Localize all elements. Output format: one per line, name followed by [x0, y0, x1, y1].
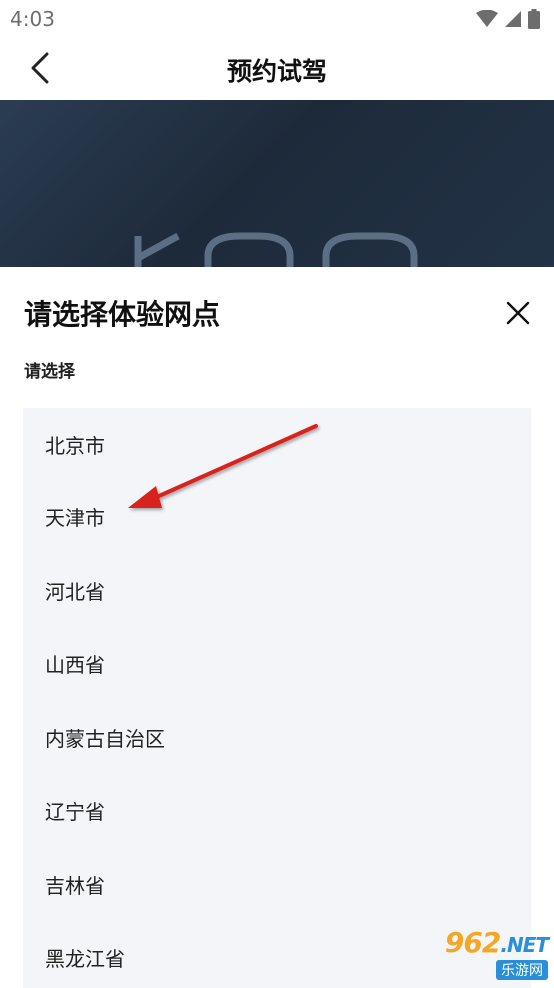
status-bar: 4:03: [0, 0, 554, 38]
list-item-inner-mongolia[interactable]: 内蒙古自治区: [23, 701, 531, 775]
page-title: 预约试驾: [226, 57, 327, 86]
hero-banner: [0, 100, 554, 270]
watermark-main: 962.NET: [444, 926, 549, 959]
list-item-jilin[interactable]: 吉林省: [23, 848, 531, 922]
wifi-icon: [476, 10, 498, 27]
status-time: 4:03: [10, 7, 55, 31]
nav-bar: 预约试驾: [0, 38, 554, 100]
sheet-title: 请选择体验网点: [24, 298, 221, 331]
battery-icon: [528, 9, 540, 29]
watermark-logo: 962.NET 乐游网: [444, 926, 549, 980]
status-icons: [476, 9, 540, 29]
list-item-shanxi[interactable]: 山西省: [23, 627, 531, 701]
close-icon: [506, 301, 530, 325]
list-item-tianjin[interactable]: 天津市: [23, 480, 531, 554]
watermark-number: 962: [444, 926, 501, 959]
watermark-sub: 乐游网: [496, 960, 548, 980]
sheet-subtitle: 请选择: [24, 362, 75, 382]
branch-picker-sheet: 请选择体验网点 请选择 北京市 天津市 河北省 山西省 内蒙古自治区 辽宁省 吉…: [0, 267, 554, 988]
close-button[interactable]: [500, 295, 536, 331]
list-item-liaoning[interactable]: 辽宁省: [23, 774, 531, 848]
cellular-signal-icon: [505, 11, 521, 27]
list-item-beijing[interactable]: 北京市: [23, 408, 531, 480]
watermark-domain: .NET: [500, 933, 549, 957]
hero-car-logo: [134, 232, 418, 270]
list-item-hebei[interactable]: 河北省: [23, 554, 531, 628]
province-list: 北京市 天津市 河北省 山西省 内蒙古自治区 辽宁省 吉林省 黑龙江省: [23, 408, 531, 988]
